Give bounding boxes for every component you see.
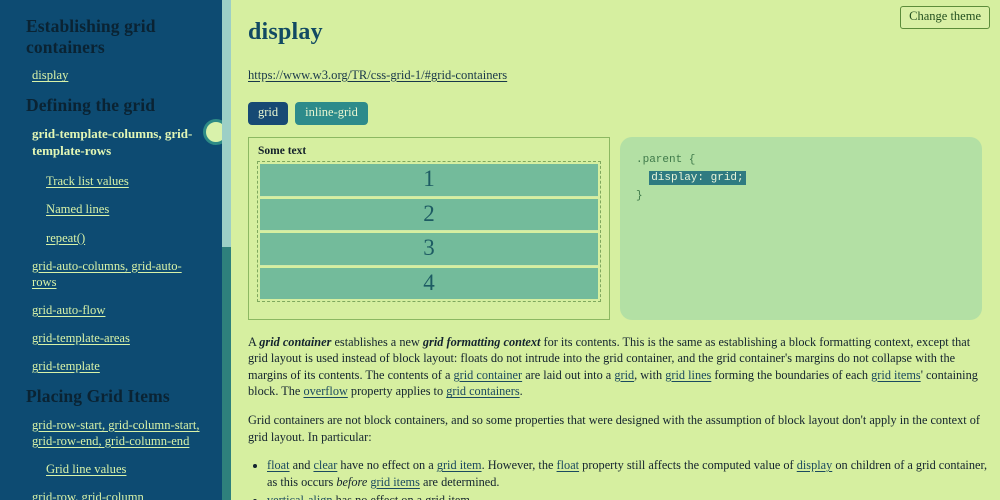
b2-text-1: has no effect on a grid item. — [333, 493, 473, 500]
link-grid[interactable]: grid — [614, 368, 634, 382]
sidebar-collapse-handle-icon[interactable] — [203, 119, 222, 145]
link-float[interactable]: float — [267, 458, 290, 472]
b1-text-7: are determined. — [419, 474, 500, 489]
p1-text-1: A — [248, 334, 260, 349]
b1-emph-before: before — [336, 474, 368, 489]
bullet-float-clear: float and clear have no effect on a grid… — [267, 457, 988, 490]
grid-item: 1 — [260, 164, 598, 197]
sidebar-nav: Establishing grid containers display Defin… — [0, 0, 222, 500]
sidebar-item-grid-template[interactable]: grid-template — [26, 358, 204, 374]
code-highlight-display-grid: display: grid; — [649, 170, 746, 185]
code-line-3: } — [636, 189, 643, 202]
value-button-inline-grid[interactable]: inline-grid — [295, 101, 368, 125]
bullet-vertical-align: vertical-align has no effect on a grid i… — [267, 492, 988, 500]
sidebar-scrollbar-track[interactable] — [222, 0, 231, 500]
spec-url-link[interactable]: https://www.w3.org/TR/css-grid-1/#grid-c… — [248, 68, 507, 83]
p1-text-8: property applies to — [347, 384, 447, 399]
grid-item: 4 — [260, 267, 598, 300]
link-vertical-align[interactable]: vertical-align — [267, 493, 333, 500]
sidebar-heading: Defining the grid — [26, 95, 156, 116]
link-float-2[interactable]: float — [557, 458, 580, 472]
paragraph-2: Grid containers are not block containers… — [248, 412, 980, 444]
link-display[interactable]: display — [797, 458, 833, 472]
sidebar-item-grid-auto-flow[interactable]: grid-auto-flow — [26, 302, 204, 318]
sidebar-item-repeat-[interactable]: repeat() — [26, 230, 204, 246]
code-line-1: .parent { — [636, 153, 696, 166]
sidebar-items-list: Establishing grid containers display Defin… — [0, 16, 222, 500]
link-grid-container[interactable]: grid container — [453, 368, 522, 382]
main-content: Change theme display https://www.w3.org/… — [222, 0, 1000, 500]
sidebar-heading: Placing Grid Items — [26, 386, 170, 407]
prose-body: A grid container establishes a new grid … — [248, 334, 988, 500]
sidebar-item-grid-auto-columns[interactable]: grid-auto-columns, grid-auto-rows — [26, 258, 204, 290]
sidebar-item-named-lines[interactable]: Named lines — [26, 201, 204, 217]
code-sample-panel: .parent { display: grid; } — [620, 136, 982, 320]
p1-text-5: , with — [634, 367, 666, 382]
link-grid-items-2[interactable]: grid items — [370, 475, 420, 489]
p1-emph-grid-formatting-context: grid formatting context — [422, 334, 541, 349]
value-button-grid[interactable]: grid — [248, 101, 289, 125]
link-grid-item[interactable]: grid item — [437, 458, 482, 472]
code-line-2: display: grid; — [636, 169, 966, 187]
link-clear[interactable]: clear — [313, 458, 337, 472]
sidebar-item-grid-row[interactable]: grid-row, grid-column — [26, 489, 204, 500]
prose-bullet-list: float and clear have no effect on a grid… — [248, 457, 988, 500]
link-grid-items[interactable]: grid items — [871, 368, 921, 382]
change-theme-button[interactable]: Change theme — [900, 6, 990, 29]
demo-preview-panel: Some text 1234 — [248, 136, 610, 320]
link-overflow[interactable]: overflow — [303, 384, 347, 398]
sidebar-item-grid-template-areas[interactable]: grid-template-areas — [26, 330, 204, 346]
app-root: Establishing grid containers display Defin… — [0, 0, 1000, 500]
grid-item: 3 — [260, 233, 598, 266]
sidebar-scrollbar-thumb[interactable] — [222, 0, 231, 247]
value-button-group: grid inline-grid — [248, 101, 988, 125]
page-title: display — [248, 19, 323, 45]
p1-text-6: forming the boundaries of each — [711, 367, 872, 382]
demo-some-text-label: Some text — [258, 144, 307, 157]
demo-and-code-panels: Some text 1234 .parent { display: grid; … — [248, 136, 988, 320]
sidebar-item-grid-row-start[interactable]: grid-row-start, grid-column-start, grid-… — [26, 417, 204, 449]
sidebar-item-grid-template-columns[interactable]: grid-template-columns, grid-template-row… — [26, 126, 204, 159]
grid-item: 2 — [260, 198, 598, 232]
p1-text-4: are laid out into a — [522, 367, 615, 382]
b1-text-2: have no effect on a — [337, 458, 437, 473]
sidebar-item-track-list-values[interactable]: Track list values — [26, 173, 204, 189]
sidebar-heading: Establishing grid containers — [26, 16, 156, 57]
b1-text-4: property still affects the computed valu… — [579, 458, 797, 473]
p1-text-2: establishes a new — [331, 334, 423, 349]
sidebar-item-display[interactable]: display — [26, 67, 204, 83]
sidebar-item-grid-line-values[interactable]: Grid line values — [26, 461, 204, 477]
link-grid-containers[interactable]: grid containers — [446, 384, 519, 398]
demo-grid-container: 1234 — [257, 161, 601, 303]
p1-text-9: . — [519, 384, 523, 399]
paragraph-1: A grid container establishes a new grid … — [248, 334, 988, 400]
b1-text-3: . However, the — [481, 458, 557, 473]
b1-text-1: and — [289, 458, 314, 473]
p1-emph-grid-container: grid container — [259, 334, 332, 349]
link-grid-lines[interactable]: grid lines — [665, 368, 711, 382]
